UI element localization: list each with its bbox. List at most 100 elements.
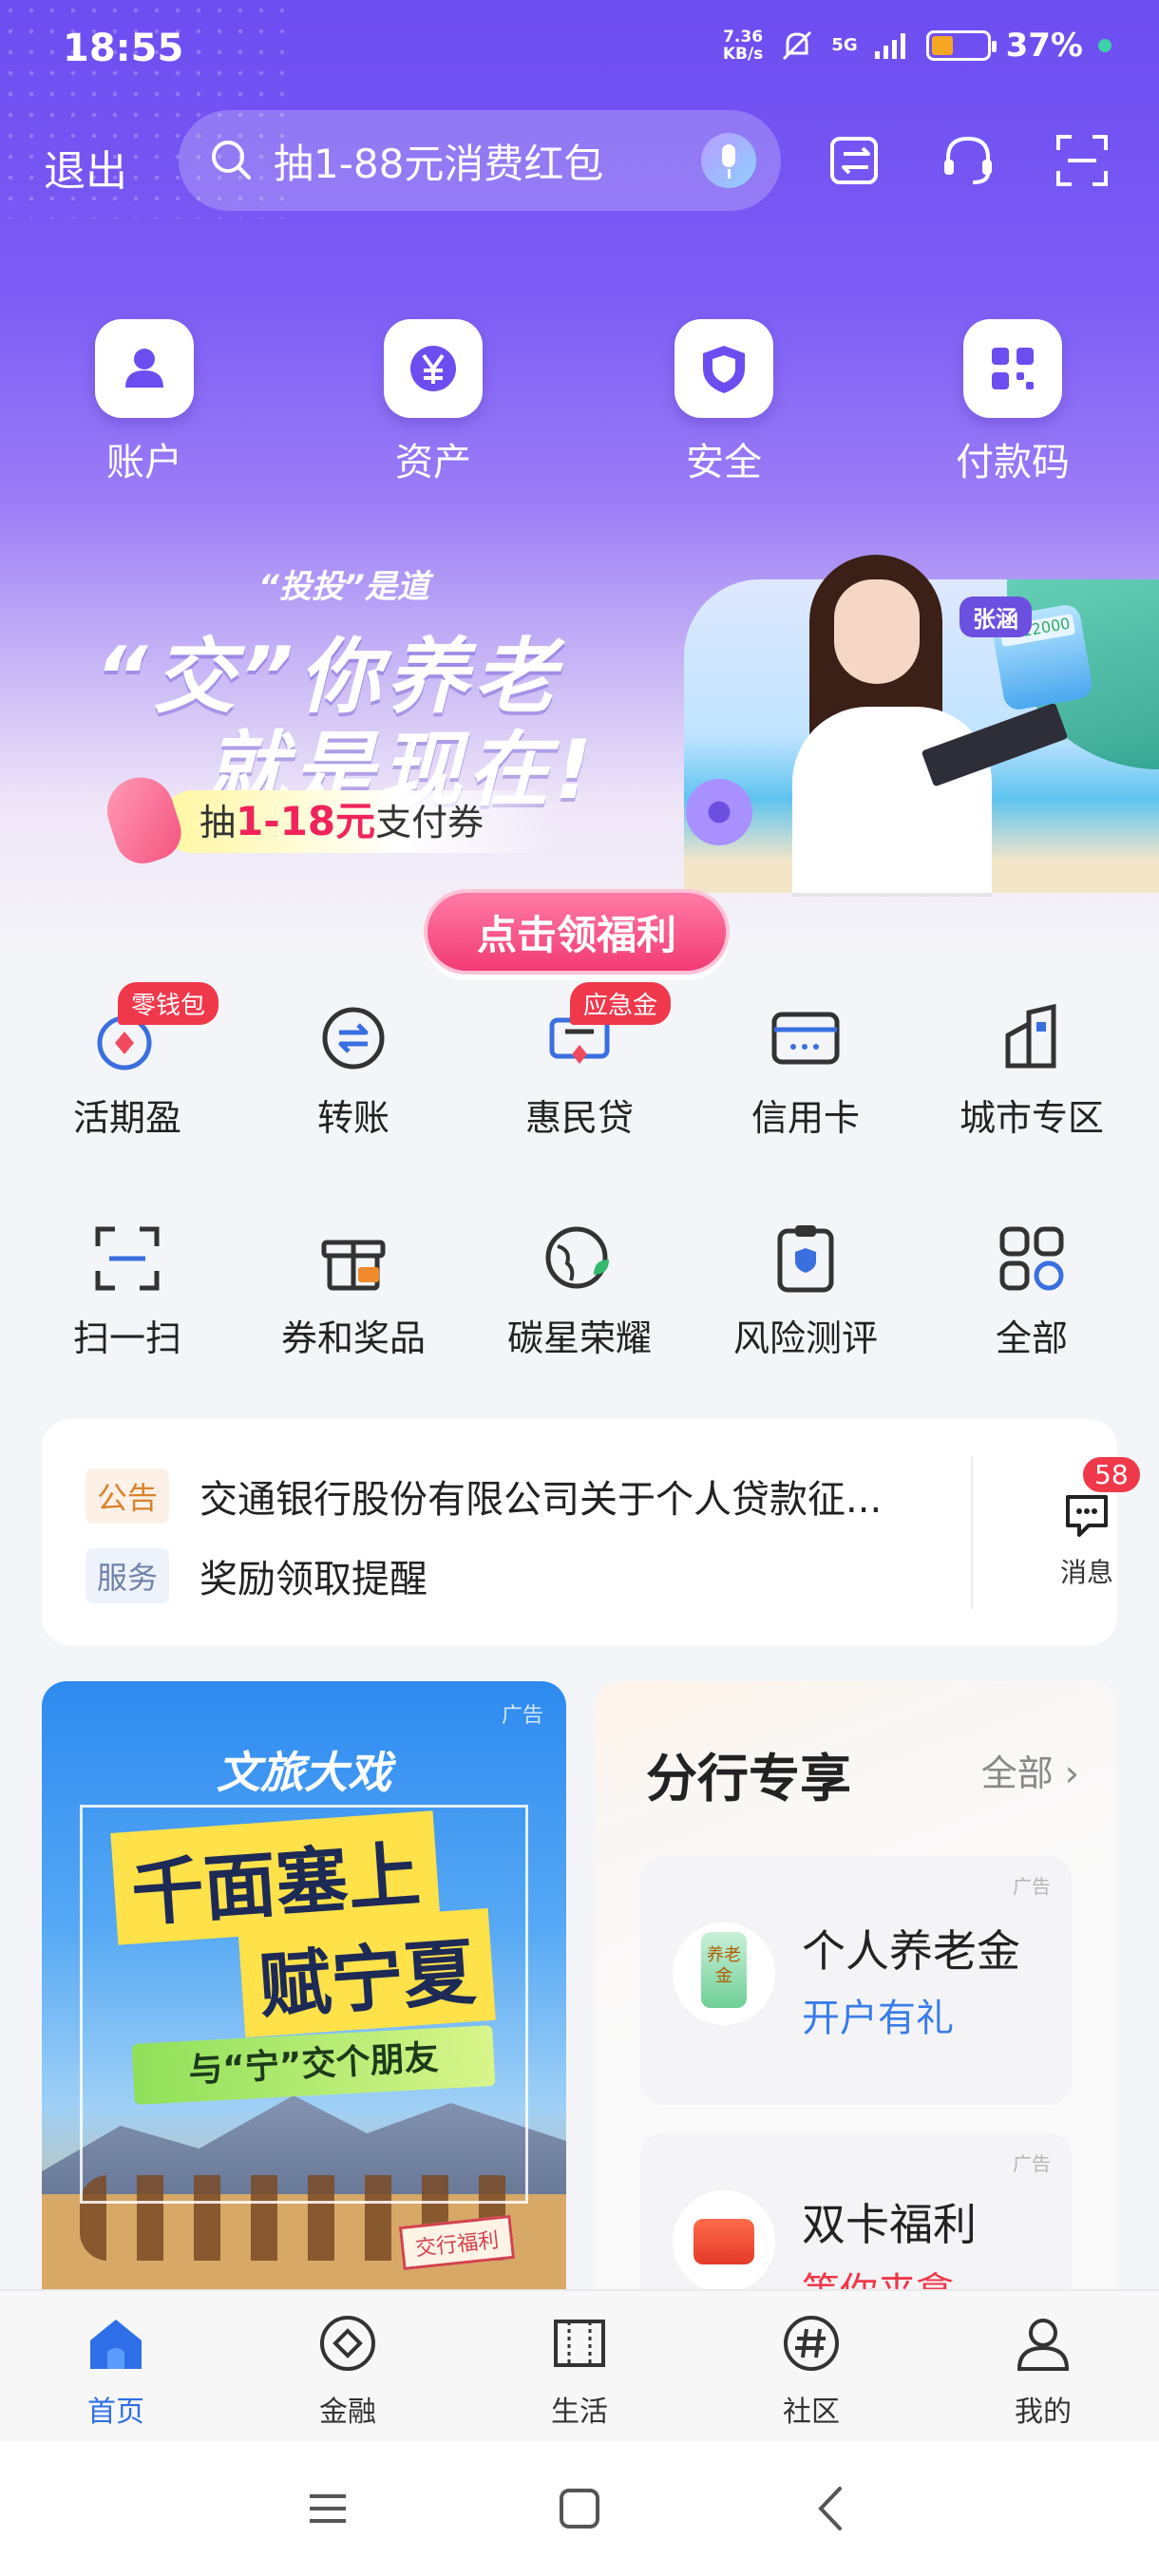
status-icons: 7.36 KB/s 5G 37% bbox=[723, 27, 1112, 65]
grid-item-city-zone[interactable]: 城市专区 bbox=[916, 1001, 1148, 1141]
grid-label: 转账 bbox=[316, 1097, 390, 1139]
claim-benefits-button[interactable]: 点击领福利 bbox=[424, 889, 730, 975]
badge-lingqianbao: 零钱包 bbox=[118, 982, 219, 1025]
quick-security[interactable]: 安全 bbox=[629, 319, 819, 486]
home-button-icon[interactable] bbox=[546, 2475, 613, 2542]
tab-life[interactable]: 生活 bbox=[504, 2310, 656, 2430]
grid-item-huiminloan[interactable]: 应急金 惠民贷 bbox=[464, 982, 695, 1141]
grid-item-carbon-star[interactable]: 碳星荣耀 bbox=[464, 1222, 695, 1361]
search-icon bbox=[212, 141, 251, 180]
notice-text: 奖励领取提醒 bbox=[200, 1558, 428, 1601]
grid-label: 城市专区 bbox=[959, 1097, 1104, 1139]
branch-item-title: 个人养老金 bbox=[802, 1925, 1020, 1977]
grid-label: 信用卡 bbox=[750, 1097, 860, 1139]
notice-tag: 公告 bbox=[86, 1468, 170, 1524]
grid-item-risk-assessment[interactable]: 风险测评 bbox=[690, 1222, 922, 1361]
grid-item-scan[interactable]: 扫一扫 bbox=[11, 1222, 243, 1361]
quick-security-label: 安全 bbox=[686, 441, 762, 484]
wallet-icon bbox=[673, 2190, 775, 2289]
coupon-prefix: 抽 bbox=[200, 802, 237, 843]
grid-item-huoqiying[interactable]: 零钱包 活期盈 bbox=[11, 982, 243, 1141]
net-speed-value: 7.36 bbox=[723, 28, 764, 47]
hashtag-icon bbox=[784, 2316, 839, 2371]
branch-all-link[interactable]: 全部 › bbox=[981, 1744, 1079, 1796]
privacy-dot bbox=[1098, 39, 1112, 52]
tab-label: 生活 bbox=[551, 2396, 608, 2429]
scan-icon bbox=[95, 1226, 160, 1291]
switch-icon[interactable] bbox=[823, 127, 889, 194]
tab-mine[interactable]: 我的 bbox=[967, 2310, 1119, 2430]
promo-banner[interactable]: “投投”是道 “交”你养老 就是现在! 抽1-18元支付券 12000 张涵 点… bbox=[0, 541, 1159, 975]
back-icon[interactable] bbox=[798, 2475, 864, 2542]
promo-ad-card[interactable]: 广告 文旅大戏 千面塞上 赋宁夏 与“宁”交个朋友 交行福利 bbox=[42, 1681, 566, 2289]
qr-code-icon bbox=[963, 319, 1062, 418]
messages-label: 消息 bbox=[1059, 1557, 1113, 1588]
branch-item-subtitle: 开户有礼 bbox=[802, 1997, 954, 2040]
branch-item-pension[interactable]: 广告 养老金 个人养老金 开户有礼 bbox=[640, 1856, 1072, 2105]
city-icon bbox=[1005, 1003, 1056, 1069]
ad-tag: 广告 bbox=[501, 1704, 543, 1728]
bell-muted-icon bbox=[783, 30, 812, 61]
system-nav-bar bbox=[0, 2441, 1159, 2576]
grid-item-all[interactable]: 全部 bbox=[916, 1222, 1148, 1361]
messages-button[interactable]: 58 消息 bbox=[1030, 1457, 1144, 1590]
spokesperson-name-tag: 张涵 bbox=[960, 597, 1032, 637]
transfer-icon bbox=[322, 1007, 385, 1070]
grid-item-coupons[interactable]: 券和奖品 bbox=[238, 1222, 469, 1361]
ticket-icon bbox=[554, 2320, 605, 2367]
branch-item-dual-card[interactable]: 广告 双卡福利 等你来拿 bbox=[640, 2133, 1072, 2289]
net-speed-unit: KB/s bbox=[722, 45, 764, 64]
notice-row-service[interactable]: 服务 奖励领取提醒 bbox=[86, 1548, 931, 1603]
logout-button[interactable]: 退出 bbox=[44, 137, 127, 198]
notice-row-announcement[interactable]: 公告 交通银行股份有限公司关于个人贷款征... bbox=[86, 1468, 931, 1524]
notice-card: 公告 交通银行股份有限公司关于个人贷款征... 服务 奖励领取提醒 58 消息 bbox=[42, 1419, 1140, 1645]
network-type: 5G bbox=[831, 35, 858, 55]
tab-home[interactable]: 首页 bbox=[40, 2310, 192, 2430]
tab-label: 首页 bbox=[87, 2396, 144, 2429]
banner-small-text: “投投”是道 bbox=[258, 568, 429, 606]
quick-pay-code[interactable]: 付款码 bbox=[918, 319, 1108, 486]
grid-item-transfer[interactable]: 转账 bbox=[238, 1001, 469, 1141]
pension-icon-text: 养老金 bbox=[701, 1932, 747, 2008]
quick-pay-code-label: 付款码 bbox=[956, 441, 1070, 484]
divider bbox=[971, 1457, 973, 1609]
tab-label: 金融 bbox=[319, 2396, 376, 2429]
phone-pension-icon: 养老金 bbox=[673, 1923, 775, 2025]
ad-tag: 广告 bbox=[1013, 1875, 1051, 1898]
grid-label: 碳星荣耀 bbox=[506, 1317, 652, 1359]
hand-icon bbox=[98, 768, 189, 871]
tab-community[interactable]: 社区 bbox=[735, 2310, 887, 2430]
microphone-icon[interactable] bbox=[701, 133, 756, 188]
flower-icon bbox=[686, 779, 752, 845]
grid-label: 券和奖品 bbox=[280, 1317, 426, 1359]
finance-icon bbox=[320, 2316, 375, 2371]
branch-item-title: 双卡福利 bbox=[802, 2199, 977, 2250]
yen-icon bbox=[384, 319, 483, 418]
banner-coupon: 抽1-18元支付券 bbox=[162, 790, 560, 853]
status-bar: 18:55 7.36 KB/s 5G 37% bbox=[0, 0, 1159, 104]
search-placeholder: 抽1-88元消费红包 bbox=[274, 140, 604, 187]
menu-icon[interactable] bbox=[294, 2475, 361, 2542]
quick-account[interactable]: 账户 bbox=[49, 319, 239, 486]
message-count-badge: 58 bbox=[1083, 1457, 1140, 1492]
quick-assets[interactable]: 资产 bbox=[338, 319, 528, 486]
tab-label: 我的 bbox=[1015, 2396, 1072, 2429]
branch-all-label: 全部 bbox=[980, 1752, 1054, 1794]
search-bar[interactable]: 抽1-88元消费红包 bbox=[179, 110, 781, 211]
grid-item-credit-card[interactable]: 信用卡 bbox=[690, 1001, 922, 1141]
battery-percent: 37% bbox=[1005, 27, 1083, 65]
quick-assets-label: 资产 bbox=[395, 441, 471, 484]
branch-title: 分行专享 bbox=[646, 1749, 851, 1809]
battery-icon bbox=[925, 30, 997, 61]
grid-label: 惠民贷 bbox=[524, 1097, 634, 1139]
notice-tag: 服务 bbox=[86, 1548, 170, 1603]
user-icon bbox=[1016, 2319, 1070, 2371]
message-icon bbox=[1066, 1495, 1108, 1537]
customer-service-icon[interactable] bbox=[935, 127, 1001, 194]
tab-finance[interactable]: 金融 bbox=[272, 2310, 424, 2430]
signal-icon bbox=[874, 33, 905, 59]
coupon-amount: 1-18元 bbox=[236, 798, 376, 844]
apps-icon bbox=[999, 1226, 1064, 1291]
scan-icon[interactable] bbox=[1049, 127, 1115, 194]
account-icon bbox=[95, 319, 194, 418]
